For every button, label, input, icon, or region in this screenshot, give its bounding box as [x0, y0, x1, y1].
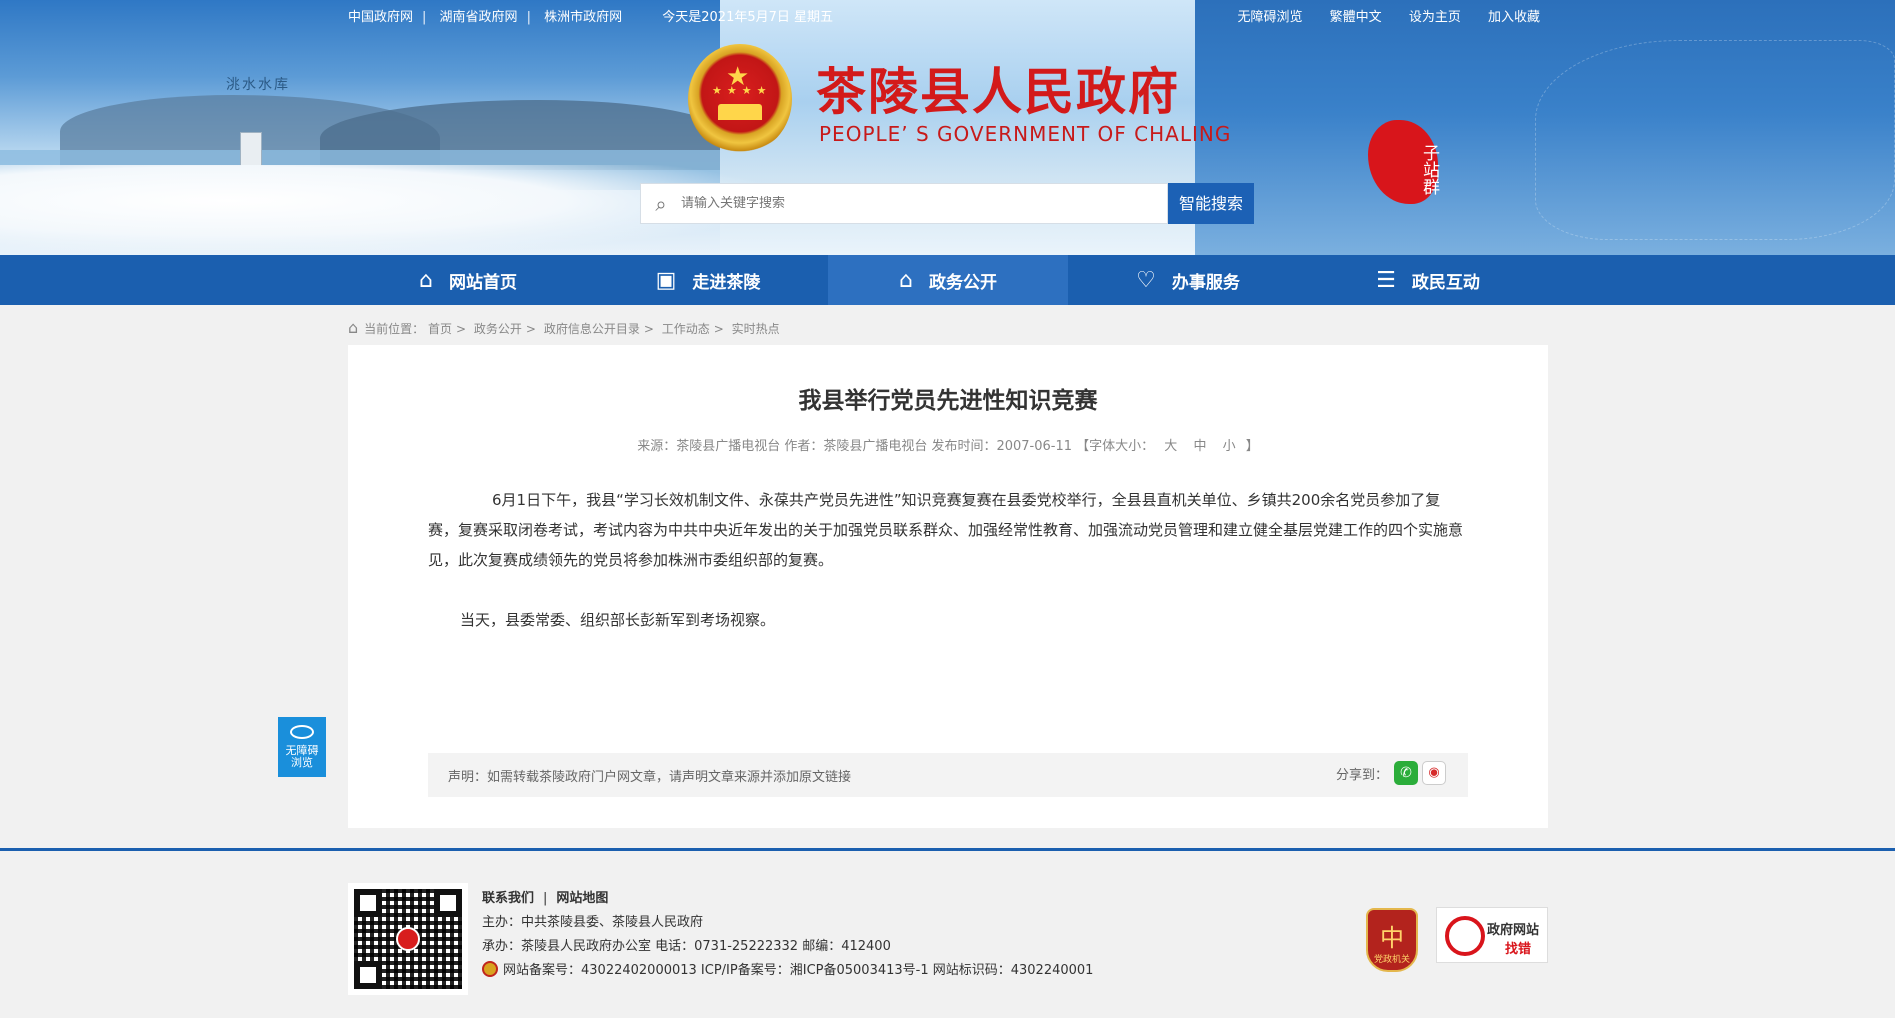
qr-code	[348, 883, 468, 995]
article-meta: 来源：茶陵县广播电视台 作者：茶陵县广播电视台 发布时间：2007-06-11 …	[348, 435, 1548, 454]
nav-item-home[interactable]: ⌂ 网站首页	[348, 255, 588, 305]
nav-label: 政民互动	[1411, 272, 1480, 293]
footer-info: 联系我们 | 网站地图 主办：中共茶陵县委、茶陵县人民政府 承办：茶陵县人民政府办公…	[482, 891, 1094, 978]
home-icon: ⌂	[419, 267, 433, 293]
a11y-float-label: 浏览	[291, 756, 313, 769]
magnifier-icon	[1445, 916, 1485, 956]
share-bar: 分享到： ✆ ◉	[1336, 761, 1446, 785]
search-input[interactable]	[681, 196, 1151, 211]
site-title: 茶陵县人民政府	[816, 62, 1180, 121]
article-paragraph: 当天，县委常委、组织部长彭新军到考场视察。	[460, 611, 776, 629]
breadcrumb-item[interactable]: 实时热点	[732, 322, 780, 336]
footer-organizer: 承办：茶陵县人民政府办公室 电话：0731-25222332 邮编：412400	[482, 939, 891, 954]
footer: 联系我们 | 网站地图 主办：中共茶陵县委、茶陵县人民政府 承办：茶陵县人民政府办公…	[0, 848, 1895, 1018]
heart-icon: ♡	[1136, 267, 1156, 293]
nav-label: 政务公开	[928, 272, 997, 293]
national-emblem-icon: ★ ★★★★	[688, 44, 792, 154]
nav-item-gov-affairs[interactable]: ⌂ 政务公开	[828, 255, 1068, 305]
eye-icon	[290, 725, 314, 739]
footer-host: 主办：中共茶陵县委、茶陵县人民政府	[482, 915, 704, 930]
banner-caption: 洮水水库	[226, 77, 290, 93]
share-label: 分享到：	[1335, 767, 1388, 783]
home-icon: ⌂	[348, 318, 359, 337]
breadcrumb-item[interactable]: 工作动态	[662, 322, 710, 336]
search-bar: ⌕ 智能搜索	[640, 183, 1254, 224]
police-badge-icon[interactable]	[482, 961, 498, 977]
breadcrumb-item[interactable]: 首页	[428, 322, 452, 336]
building-icon: ⌂	[899, 267, 913, 293]
main-nav: ⌂ 网站首页 ▣ 走进茶陵 ⌂ 政务公开 ♡ 办事服务 ☰ 政民互动	[0, 255, 1895, 305]
reprint-notice-text: 声明：如需转载茶陵政府门户网文章，请声明文章来源并添加原文链接	[448, 769, 852, 785]
nav-item-interaction[interactable]: ☰ 政民互动	[1308, 255, 1548, 305]
breadcrumb-item[interactable]: 政务公开	[474, 322, 522, 336]
article-panel: 我县举行党员先进性知识竞赛 来源：茶陵县广播电视台 作者：茶陵县广播电视台 发布…	[348, 345, 1548, 828]
article-meta-text: 来源：茶陵县广播电视台 作者：茶陵县广播电视台 发布时间：2007-06-11 …	[637, 439, 1155, 454]
party-gov-icon: 中	[1380, 924, 1404, 952]
traditional-chinese-link[interactable]: 繁體中文	[1330, 10, 1382, 25]
reprint-notice: 声明：如需转载茶陵政府门户网文章，请声明文章来源并添加原文链接 分享到： ✆ ◉	[428, 753, 1468, 797]
nav-label: 网站首页	[448, 272, 517, 293]
bookmark-link[interactable]: 加入收藏	[1488, 10, 1540, 25]
breadcrumb: ⌂ 当前位置： 首页 > 政务公开 > 政府信息公开目录 > 工作动态 > 实时热点	[348, 318, 780, 337]
set-home-link[interactable]: 设为主页	[1409, 10, 1461, 25]
breadcrumb-label: 当前位置：	[364, 322, 425, 336]
accessibility-float-button[interactable]: 无障碍 浏览	[278, 717, 326, 777]
sitemap-link[interactable]: 网站地图	[556, 891, 608, 906]
link-zhuzhou[interactable]: 株洲市政府网	[544, 10, 622, 25]
wechat-icon[interactable]: ✆	[1394, 761, 1418, 785]
search-icon: ⌕	[655, 191, 667, 216]
error-report-label: 找错	[1505, 942, 1532, 957]
footer-record: 网站备案号：43022402000013 ICP/IP备案号：湘ICP备0500…	[503, 963, 1094, 978]
header-banner: 洮水水库 中国政府网 | 湖南省政府网 | 株洲市政府网 今天是2021年5月7日 …	[0, 0, 1895, 255]
link-gov-cn[interactable]: 中国政府网	[348, 10, 413, 25]
link-hunan[interactable]: 湖南省政府网	[440, 10, 518, 25]
search-box: ⌕	[640, 183, 1168, 224]
contact-us-link[interactable]: 联系我们	[482, 891, 534, 906]
top-links-bar: 中国政府网 | 湖南省政府网 | 株洲市政府网 今天是2021年5月7日 星期五 无…	[348, 10, 1540, 25]
article-paragraph: 6月1日下午，我县“学习长效机制文件、永葆共产党员先进性”知识竞赛复赛在县委党校…	[428, 491, 1464, 569]
party-gov-badge[interactable]: 中 党政机关	[1366, 908, 1418, 972]
font-size-medium-button[interactable]: 中	[1193, 439, 1206, 454]
article-meta-suffix: 】	[1245, 439, 1259, 454]
breadcrumb-item[interactable]: 政府信息公开目录	[544, 322, 640, 336]
nav-label: 走进茶陵	[692, 272, 761, 293]
smart-search-button[interactable]: 智能搜索	[1168, 183, 1254, 224]
party-gov-label: 党政机关	[1373, 955, 1410, 965]
site-subtitle: PEOPLE’ S GOVERNMENT OF CHALING	[819, 122, 1232, 146]
nav-item-services[interactable]: ♡ 办事服务	[1068, 255, 1308, 305]
banner-map-outline	[1535, 40, 1895, 240]
nav-label: 办事服务	[1171, 272, 1240, 293]
chat-icon: ☰	[1376, 267, 1396, 293]
qr-logo-icon	[396, 927, 420, 951]
error-report-label: 政府网站	[1487, 923, 1540, 938]
weibo-icon[interactable]: ◉	[1422, 761, 1446, 785]
font-size-small-button[interactable]: 小	[1223, 439, 1236, 454]
article-body: 6月1日下午，我县“学习长效机制文件、永葆共产党员先进性”知识竞赛复赛在县委党校…	[428, 485, 1468, 665]
accessible-browse-link[interactable]: 无障碍浏览	[1238, 10, 1303, 25]
current-date: 今天是2021年5月7日 星期五	[662, 10, 834, 25]
nav-item-chaling[interactable]: ▣ 走进茶陵	[588, 255, 828, 305]
picture-icon: ▣	[655, 267, 677, 293]
article-title: 我县举行党员先进性知识竞赛	[798, 388, 1098, 414]
gov-site-error-report[interactable]: 政府网站 找错	[1436, 907, 1548, 963]
font-size-large-button[interactable]: 大	[1164, 439, 1177, 454]
